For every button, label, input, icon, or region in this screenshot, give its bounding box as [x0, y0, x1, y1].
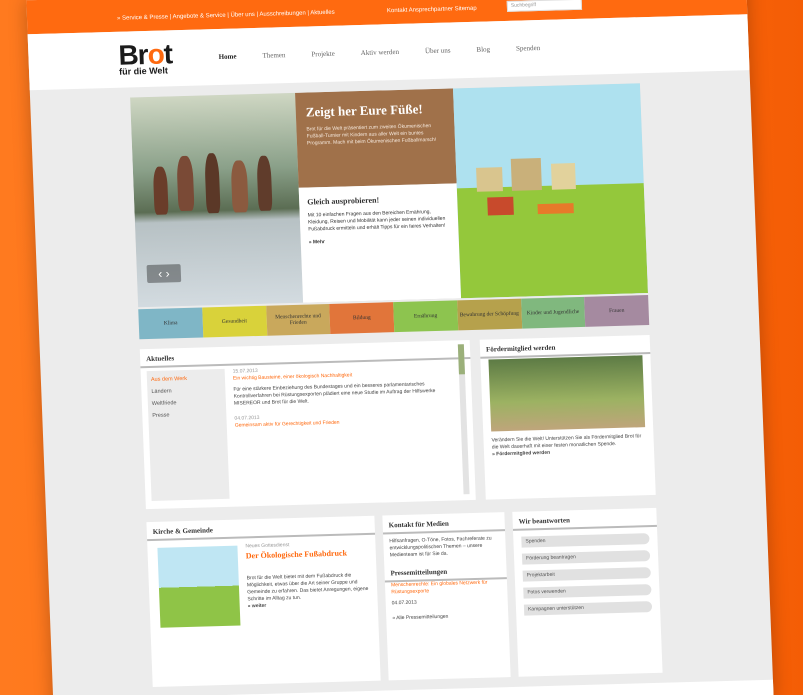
faq-item[interactable]: Spenden — [521, 533, 650, 548]
faq-item[interactable]: Fotos verwenden — [523, 584, 652, 599]
contact-text: Hilfsanfragen, O-Töne, Fotos, Fachrefera… — [389, 535, 492, 559]
nav-blog[interactable]: Blog — [476, 45, 490, 53]
hero-brown-box: Zeigt her Eure Füße! Brot für die Welt p… — [295, 88, 457, 188]
member-link[interactable]: » Fördermitglied werden — [492, 450, 550, 458]
member-text: Verändern Sie die Welt! Unterstützen Sie… — [491, 433, 646, 458]
news-panel: Aktuelles Aus dem Werk Ländern Weltfried… — [139, 340, 476, 510]
faq-item[interactable]: Förderung beantragen — [521, 550, 651, 565]
member-body: Verändern Sie die Welt! Unterstützen Sie… — [491, 433, 642, 451]
contact-panel: Kontakt für Medien Hilfsanfragen, O-Töne… — [382, 512, 511, 681]
hero-photo: ‹ › — [130, 92, 304, 308]
news-text: Für eine stärkere Einbeziehung des Bunde… — [233, 381, 436, 407]
member-photo — [488, 355, 646, 432]
category-kinder[interactable]: Kinder und Jugendliche — [520, 296, 586, 329]
nav-ueber[interactable]: Über uns — [425, 46, 451, 55]
press-more-link[interactable]: » Alle Pressemitteilungen — [386, 608, 509, 626]
nav-home[interactable]: Home — [218, 52, 236, 60]
category-frauen[interactable]: Frauen — [584, 295, 650, 327]
category-menschenrechte[interactable]: Menschenrechte und Frieden — [265, 303, 331, 336]
logo-tagline: für die Welt — [118, 65, 169, 77]
member-panel: Fördermitglied werden Verändern Sie die … — [479, 335, 656, 500]
church-title: Kirche & Gemeinde — [146, 515, 376, 542]
church-headline[interactable]: Der Ökologische Fußabdruck — [246, 548, 371, 561]
faq-item[interactable]: Projektarbeit — [522, 567, 651, 582]
scrollbar-thumb[interactable] — [457, 344, 465, 375]
news-tab[interactable]: Presse — [148, 405, 226, 419]
faq-title: Wir beantworten — [512, 507, 657, 531]
slider-arrows[interactable]: ‹ › — [146, 264, 182, 284]
hero-more-link[interactable]: » Mehr — [309, 236, 451, 245]
nav-spenden[interactable]: Spenden — [516, 44, 540, 53]
church-body: Brot für die Welt bietet mit dem Fußabdr… — [246, 572, 369, 603]
category-gesundheit[interactable]: Gesundheit — [201, 305, 267, 338]
hero-title: Zeigt her Eure Füße! — [305, 101, 423, 120]
nav-themen[interactable]: Themen — [262, 51, 285, 60]
illustration-barn — [487, 196, 514, 216]
photo-background: » Service & Presse | Angebote & Service … — [0, 0, 803, 695]
hero-white-box: Gleich ausprobieren! Mit 10 einfachen Fr… — [298, 183, 462, 303]
hero-slider: ‹ › Zeigt her Eure Füße! Brot für die We… — [130, 83, 648, 308]
category-schoepfung[interactable]: Bewahrung der Schöpfung — [456, 298, 522, 331]
church-subtitle: Neues Gottesdienst — [245, 542, 290, 550]
news-scrollbar[interactable] — [457, 344, 470, 495]
illustration-house — [510, 158, 542, 191]
hero-box-title: Gleich ausprobieren! — [307, 195, 380, 207]
church-panel: Kirche & Gemeinde Neues Gottesdienst Der… — [146, 515, 381, 688]
church-image — [157, 545, 241, 628]
category-klima[interactable]: Klima — [138, 307, 204, 340]
category-ernaehrung[interactable]: Ernährung — [393, 300, 459, 333]
nav-projekte[interactable]: Projekte — [311, 50, 335, 59]
search-input[interactable]: Suchbegriff — [506, 0, 583, 12]
church-more[interactable]: » weiter — [248, 603, 267, 610]
illustration-ground — [456, 183, 648, 299]
church-text: Brot für die Welt bietet mit dem Fußabdr… — [247, 572, 372, 610]
illustration-house — [550, 163, 576, 190]
hero-intro: Brot für die Welt präsentiert zum zweite… — [306, 123, 437, 147]
illustration-house — [476, 167, 503, 192]
illustration-truck — [537, 203, 574, 215]
website-screenshot: » Service & Presse | Angebote & Service … — [26, 0, 774, 695]
news-tabs: Aus dem Werk Ländern Weltfriede Presse — [146, 368, 230, 501]
news-list: 15.07.2013 Ein wichtig Bausteine, einer … — [233, 362, 457, 429]
faq-item[interactable]: Kampagnen unterstützen — [523, 601, 653, 616]
category-bildung[interactable]: Bildung — [329, 302, 395, 334]
logo[interactable]: Brot für die Welt — [118, 38, 173, 77]
hero-illustration — [452, 83, 648, 299]
nav-aktiv[interactable]: Aktiv werden — [361, 48, 400, 57]
faq-panel: Wir beantworten Spenden Förderung beantr… — [512, 507, 663, 677]
hero-box-text: Mit 10 einfachen Fragen aus den Bereiche… — [307, 209, 446, 233]
